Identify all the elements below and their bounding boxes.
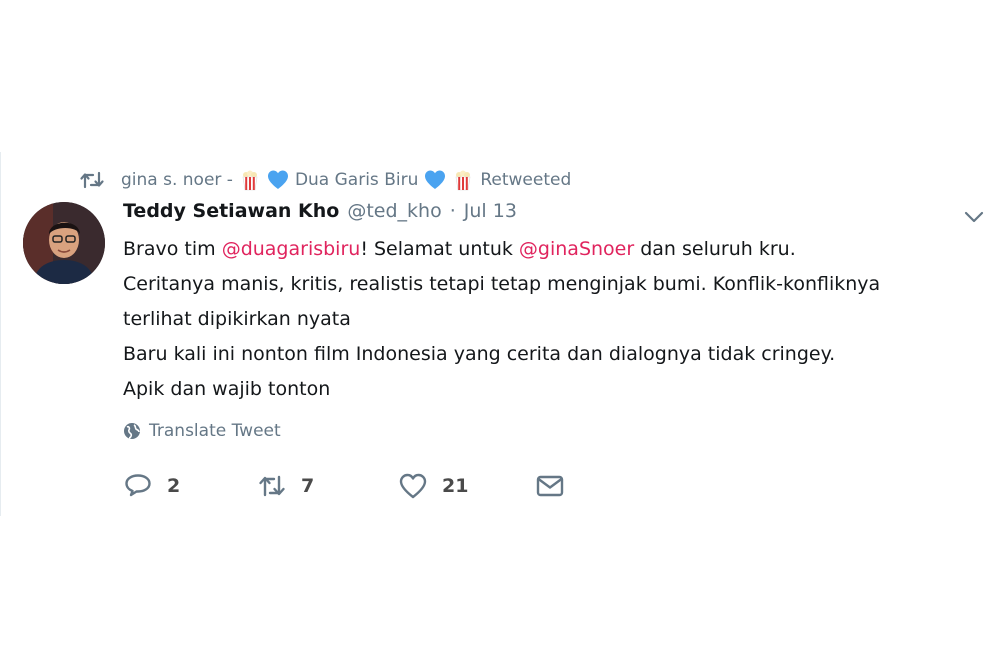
reply-icon [123, 472, 153, 500]
tweet-text: Bravo tim @duagarisbiru! Selamat untuk @… [123, 232, 983, 407]
popcorn-icon [452, 169, 474, 191]
author-username[interactable]: @ted_kho [347, 200, 441, 222]
globe-icon [123, 422, 141, 440]
popcorn-icon [239, 169, 261, 191]
tweet-text-segment: Bravo tim [123, 238, 222, 260]
envelope-icon [535, 472, 565, 500]
retweet-icon [257, 472, 287, 500]
avatar[interactable] [23, 202, 105, 284]
blue-heart-icon [267, 169, 289, 191]
retweeted-label: Retweeted [480, 170, 572, 190]
translate-label: Translate Tweet [149, 421, 281, 441]
tweet-line: Ceritanya manis, kritis, realistis tetap… [123, 273, 881, 295]
like-button[interactable]: 21 [398, 472, 535, 500]
tweet-header: Teddy Setiawan Kho @ted_kho · Jul 13 [123, 200, 517, 230]
translate-tweet-button[interactable]: Translate Tweet [123, 418, 281, 444]
tweet-text-segment: dan seluruh kru. [634, 238, 796, 260]
heart-icon [398, 472, 428, 500]
tweet-line: terlihat dipikirkan nyata [123, 308, 351, 330]
tweet-line: Baru kali ini nonton film Indonesia yang… [123, 343, 836, 365]
retweeter-name[interactable]: gina s. noer - [121, 170, 233, 190]
tweet-timestamp[interactable]: Jul 13 [464, 200, 517, 222]
tweet-actions: 2 7 21 [123, 468, 575, 504]
direct-message-button[interactable] [535, 472, 575, 500]
tweet-text-segment: ! Selamat untuk [360, 238, 519, 260]
separator-dot: · [449, 200, 456, 222]
like-count: 21 [442, 475, 469, 497]
tweet-line: Apik dan wajib tonton [123, 378, 331, 400]
retweet-icon [79, 170, 105, 190]
tweet-card[interactable]: gina s. noer - Dua Garis Biru Retweeted [0, 152, 1000, 516]
retweet-count: 7 [301, 475, 315, 497]
retweeter-name-film[interactable]: Dua Garis Biru [295, 170, 418, 190]
mention-link[interactable]: @duagarisbiru [222, 238, 361, 260]
mention-link[interactable]: @ginaSnoer [519, 238, 634, 260]
blue-heart-icon [424, 169, 446, 191]
author-fullname[interactable]: Teddy Setiawan Kho [123, 200, 339, 222]
retweet-context: gina s. noer - Dua Garis Biru Retweeted [79, 166, 571, 194]
reply-button[interactable]: 2 [123, 472, 257, 500]
reply-count: 2 [167, 475, 181, 497]
chevron-down-icon[interactable] [961, 208, 987, 226]
retweet-button[interactable]: 7 [257, 472, 398, 500]
tweet-line: Bravo tim @duagarisbiru! Selamat untuk @… [123, 232, 983, 267]
